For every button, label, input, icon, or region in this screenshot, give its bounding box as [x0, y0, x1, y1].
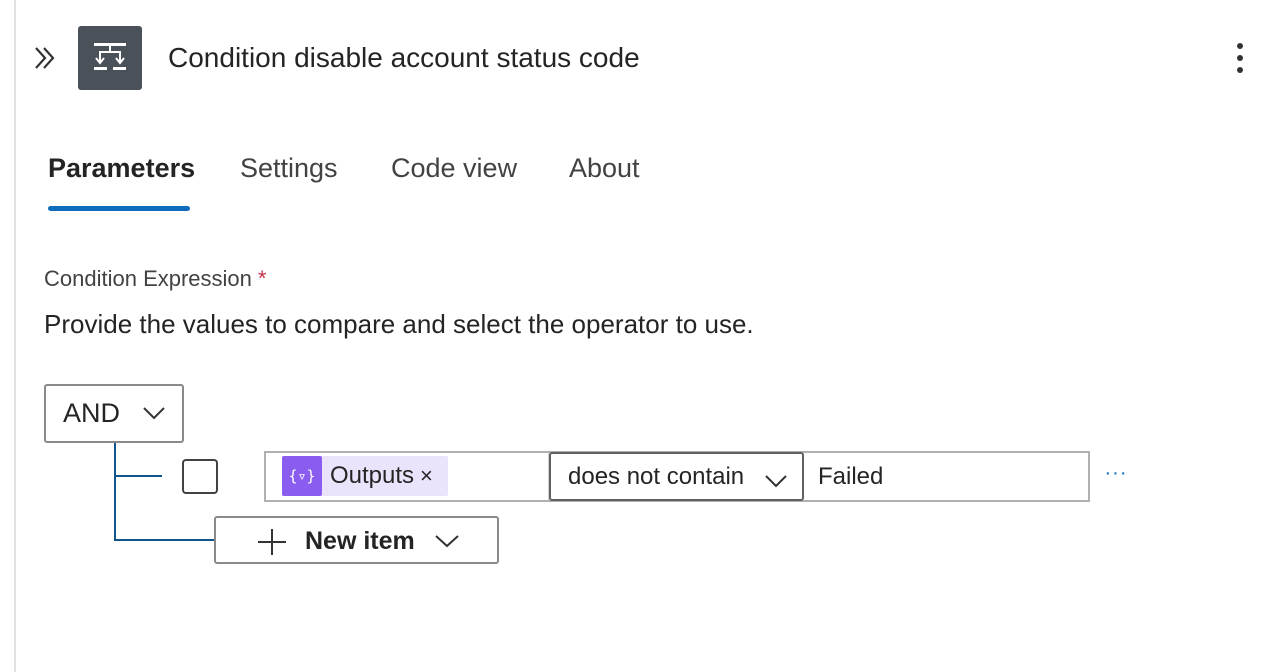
- condition-description: Provide the values to compare and select…: [44, 309, 754, 339]
- required-marker: *: [257, 266, 267, 291]
- group-operator-value: AND: [63, 398, 121, 428]
- group-operator-dropdown[interactable]: AND: [44, 384, 184, 443]
- group-tree-line: [114, 443, 116, 541]
- condition-details-panel: Condition disable account status code Pa…: [0, 0, 1272, 672]
- condition-icon: [78, 26, 142, 90]
- row-select-checkbox[interactable]: [182, 459, 218, 494]
- collapse-panel-button[interactable]: [30, 42, 60, 74]
- tree-branch-row: [114, 475, 162, 477]
- tab-parameters[interactable]: Parameters: [48, 150, 195, 186]
- tree-branch-new-item: [114, 539, 216, 541]
- panel-left-border: [14, 0, 16, 672]
- tab-settings[interactable]: Settings: [240, 150, 338, 186]
- tab-about[interactable]: About: [569, 150, 640, 186]
- token-remove-button[interactable]: ×: [420, 463, 433, 489]
- chevron-down-icon: [143, 407, 165, 420]
- tab-code-view[interactable]: Code view: [391, 150, 517, 186]
- more-vertical-icon: [1237, 43, 1243, 49]
- expression-token-icon: {▿}: [282, 456, 322, 496]
- dynamic-content-token[interactable]: {▿} Outputs ×: [282, 456, 448, 496]
- action-title: Condition disable account status code: [168, 42, 640, 73]
- token-label: Outputs: [330, 462, 415, 489]
- compare-value-input[interactable]: [806, 453, 1088, 500]
- chevron-down-icon: [435, 535, 459, 548]
- condition-expression-label: Condition Expression *: [44, 266, 267, 291]
- chevron-double-right-icon: [35, 47, 55, 69]
- comparison-operator-dropdown[interactable]: does not contain: [549, 452, 804, 501]
- plus-icon: [258, 529, 286, 555]
- new-item-label: New item: [305, 527, 415, 555]
- row-more-options-button[interactable]: ···: [1100, 462, 1132, 490]
- active-tab-indicator: [48, 206, 190, 211]
- operator-value: does not contain: [568, 462, 745, 490]
- new-item-button[interactable]: New item: [214, 516, 499, 564]
- more-options-button[interactable]: [1224, 40, 1256, 76]
- chevron-down-icon: [765, 475, 787, 488]
